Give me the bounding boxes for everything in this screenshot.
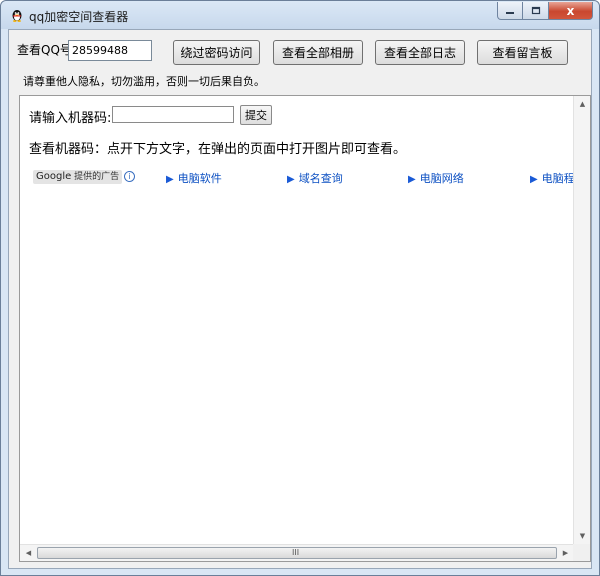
ad-link-computer-network[interactable]: ▶ 电脑网络 [408, 170, 464, 186]
scroll-down-arrow-icon[interactable]: ▼ [574, 528, 591, 545]
play-triangle-icon: ▶ [166, 174, 174, 185]
qq-number-label: 查看QQ号 [17, 43, 72, 57]
bypass-password-button[interactable]: 绕过密码访问 [173, 40, 260, 65]
vertical-scrollbar[interactable]: ▲ ▼ [573, 96, 590, 545]
scroll-left-arrow-icon[interactable]: ◀ [20, 545, 37, 562]
play-triangle-icon: ▶ [530, 174, 538, 185]
qq-number-input[interactable] [68, 40, 152, 61]
title-bar[interactable]: qq加密空间查看器 x [1, 1, 599, 29]
scrollbar-corner [573, 544, 590, 561]
qq-penguin-icon [12, 10, 22, 22]
info-icon[interactable]: i [124, 171, 135, 182]
window-title: qq加密空间查看器 [29, 10, 129, 24]
maximize-button[interactable] [523, 2, 549, 20]
ad-link-domain-query[interactable]: ▶ 域名查询 [287, 170, 343, 186]
scroll-up-arrow-icon[interactable]: ▲ [574, 96, 591, 113]
ad-link-computer-program[interactable]: ▶电脑程序 [530, 170, 574, 186]
browser-content: 请输入机器码: 提交 查看机器码：点开下方文字，在弹出的页面中打开图片即可查看。… [20, 96, 574, 545]
maximize-icon [531, 6, 540, 14]
play-triangle-icon: ▶ [287, 174, 295, 185]
play-triangle-icon: ▶ [408, 174, 416, 185]
ads-by-text: 提供的广告 [74, 172, 120, 182]
view-all-logs-button[interactable]: 查看全部日志 [375, 40, 465, 65]
ad-link-label: 电脑软件 [177, 172, 222, 185]
ad-link-label: 电脑程序 [541, 172, 574, 185]
google-ads-label[interactable]: Google 提供的广告 [33, 170, 122, 184]
close-icon: x [566, 3, 575, 18]
ad-link-computer-software[interactable]: ▶ 电脑软件 [166, 170, 222, 186]
scroll-right-arrow-icon[interactable]: ▶ [557, 545, 574, 562]
horizontal-scroll-thumb[interactable]: III [37, 547, 557, 559]
horizontal-scrollbar[interactable]: ◀ III ▶ [20, 544, 574, 561]
minimize-icon [506, 11, 514, 14]
view-all-albums-button[interactable]: 查看全部相册 [273, 40, 363, 65]
ad-link-label: 域名查询 [298, 172, 343, 185]
ad-bar: Google 提供的广告 i ▶电脑软件 ▶域名查询 ▶电脑网络 ▶电脑程序 [33, 170, 574, 186]
embedded-browser: 请输入机器码: 提交 查看机器码：点开下方文字，在弹出的页面中打开图片即可查看。… [19, 95, 591, 562]
scroll-grip: III [292, 548, 300, 557]
machine-code-label: 请输入机器码: [29, 111, 112, 126]
submit-button[interactable]: 提交 [240, 105, 272, 125]
ad-link-label: 电脑网络 [419, 172, 464, 185]
close-button[interactable]: x [549, 2, 593, 20]
instruction-text: 查看机器码：点开下方文字，在弹出的页面中打开图片即可查看。 [29, 142, 407, 157]
machine-code-input[interactable] [112, 106, 234, 123]
window-controls: x [497, 2, 593, 20]
google-wordmark: Google [36, 171, 72, 182]
privacy-warning: 请尊重他人隐私，切勿滥用，否则一切后果自负。 [23, 75, 265, 88]
view-message-board-button[interactable]: 查看留言板 [477, 40, 568, 65]
app-window: qq加密空间查看器 x 查看QQ号 绕过密码访问 查看全部相册 查看全部日志 [0, 0, 600, 576]
client-area: 查看QQ号 绕过密码访问 查看全部相册 查看全部日志 查看留言板 请尊重他人隐私… [8, 29, 592, 569]
minimize-button[interactable] [497, 2, 523, 20]
